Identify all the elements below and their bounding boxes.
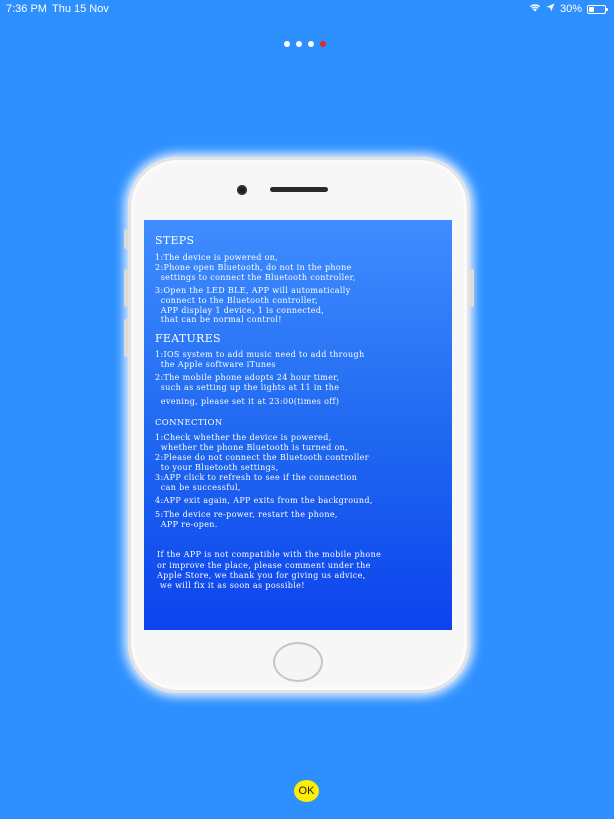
phone-illustration: STEPS 1:The device is powered on, 2:Phone… (124, 157, 474, 693)
location-icon (546, 3, 555, 15)
instruction-line: Apple Store, we thank you for giving us … (157, 571, 366, 580)
page-dot[interactable] (284, 41, 290, 47)
instruction-line: settings to connect the Bluetooth contro… (155, 273, 356, 282)
instruction-line: 2:Please do not connect the Bluetooth co… (155, 453, 369, 462)
page-dot[interactable] (320, 41, 326, 47)
phone-power-button (470, 269, 474, 307)
instruction-line: 4:APP exit again, APP exits from the bac… (155, 496, 373, 505)
battery-percent: 30% (559, 3, 582, 15)
wifi-icon (529, 3, 541, 15)
phone-volume-down (124, 319, 128, 357)
features-heading: FEATURES (155, 332, 221, 345)
connection-heading: CONNECTION (155, 418, 223, 428)
instruction-line: APP display 1 device, 1 is connected, (155, 306, 325, 315)
instruction-line: 1:IOS system to add music need to add th… (155, 350, 365, 359)
instruction-line: whether the phone Bluetooth is turned on… (155, 443, 349, 452)
instruction-line: or improve the place, please comment und… (157, 561, 371, 570)
instruction-line: 1:The device is powered on, (155, 253, 279, 262)
instruction-line: such as setting up the lights at 11 in t… (155, 383, 340, 392)
instruction-line: 2:The mobile phone adopts 24 hour timer, (155, 373, 340, 382)
status-bar: 7:36 PM Thu 15 Nov 30% (0, 0, 614, 18)
instruction-line: to your Bluetooth settings, (155, 463, 279, 472)
instruction-line: that can be normal control! (155, 315, 282, 324)
instruction-line: APP re-open. (155, 520, 218, 529)
phone-side-button (124, 229, 128, 249)
status-indicators: 30% (529, 3, 608, 15)
instruction-line: 1:Check whether the device is powered, (155, 433, 332, 442)
instruction-line: evening, please set it at 23:00(times of… (155, 397, 340, 406)
instruction-line: we will fix it as soon as possible! (157, 581, 305, 590)
battery-level (589, 6, 594, 12)
instruction-line: can be successful, (155, 483, 241, 492)
status-date: Thu 15 Nov (52, 3, 109, 15)
speaker-grille (270, 187, 328, 192)
battery-icon (587, 4, 608, 14)
instruction-line: 3:Open the LED BLE, APP will automatical… (155, 286, 351, 295)
page-dot[interactable] (296, 41, 302, 47)
instruction-line: If the APP is not compatible with the mo… (157, 550, 382, 559)
instruction-line: 5:The device re-power, restart the phone… (155, 510, 338, 519)
instruction-line: 3:APP click to refresh to see if the con… (155, 473, 358, 482)
phone-volume-up (124, 269, 128, 307)
home-button (273, 642, 323, 682)
status-time: 7:36 PM (6, 3, 47, 15)
ok-button[interactable]: OK (294, 780, 319, 802)
page-dot[interactable] (308, 41, 314, 47)
page-indicator[interactable] (284, 41, 326, 47)
steps-heading: STEPS (155, 234, 195, 247)
instruction-line: connect to the Bluetooth controller, (155, 296, 318, 305)
front-camera-icon (237, 185, 247, 195)
phone-screen-instructions: STEPS 1:The device is powered on, 2:Phone… (144, 220, 452, 630)
instruction-line: 2:Phone open Bluetooth, do not in the ph… (155, 263, 352, 272)
instruction-line: the Apple software iTunes (155, 360, 276, 369)
